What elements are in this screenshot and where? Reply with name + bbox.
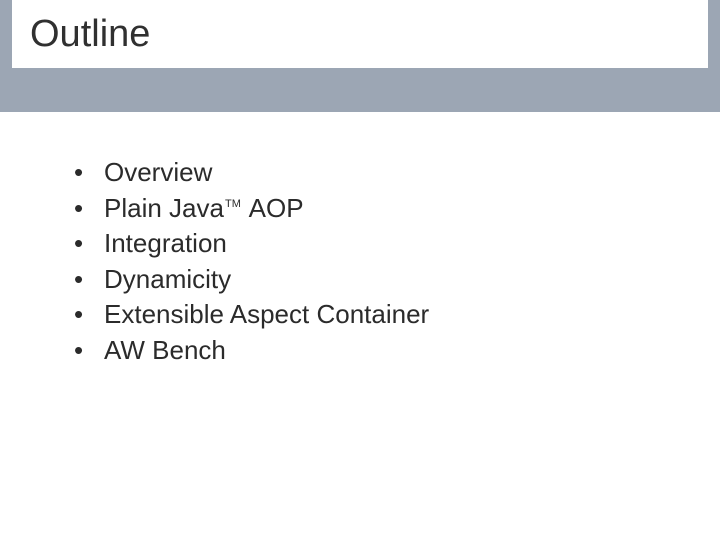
bullet-text-post: AOP (243, 193, 304, 223)
trademark-symbol: TM (225, 198, 241, 210)
slide: Outline Overview Plain JavaTM AOP Integr… (0, 0, 720, 540)
bullet-list: Overview Plain JavaTM AOP Integration Dy… (74, 156, 429, 366)
title-box: Outline (12, 0, 708, 68)
list-item: Dynamicity (74, 263, 429, 296)
bullet-text: Overview (104, 157, 212, 187)
bullet-text: AW Bench (104, 335, 226, 365)
list-item: Overview (74, 156, 429, 189)
bullet-text: Dynamicity (104, 264, 231, 294)
bullet-text: Integration (104, 228, 227, 258)
list-item: AW Bench (74, 334, 429, 367)
content-area: Overview Plain JavaTM AOP Integration Dy… (74, 156, 429, 369)
list-item: Extensible Aspect Container (74, 298, 429, 331)
slide-title: Outline (30, 13, 150, 56)
list-item: Plain JavaTM AOP (74, 192, 429, 225)
list-item: Integration (74, 227, 429, 260)
bullet-text: Extensible Aspect Container (104, 299, 429, 329)
bullet-text-pre: Plain Java (104, 193, 224, 223)
